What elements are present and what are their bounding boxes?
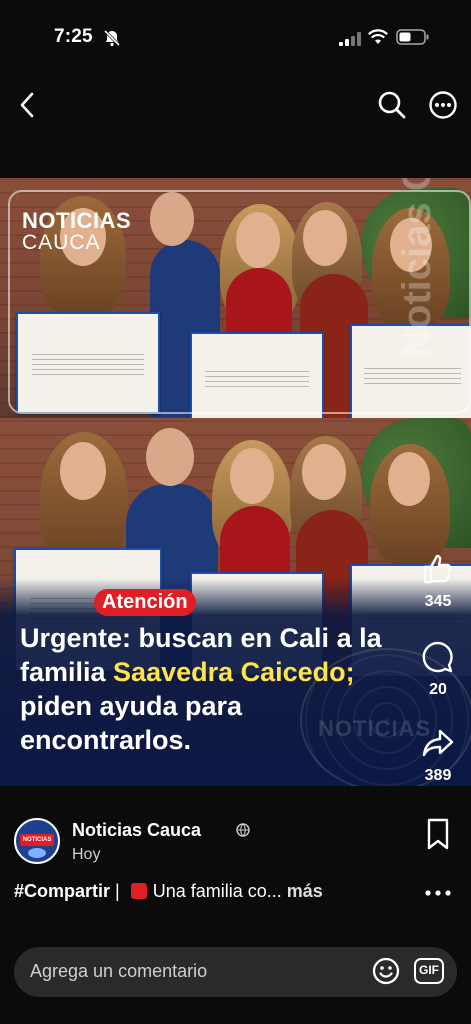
media-brand-logo: NOTICIAS CAUCA	[22, 208, 132, 254]
cellular-signal-icon	[339, 32, 361, 46]
emoji-icon[interactable]	[372, 957, 400, 985]
globe-icon	[236, 823, 250, 837]
clock: 7:25	[54, 26, 93, 47]
attention-badge: Atención	[94, 589, 196, 616]
battery-icon	[396, 29, 429, 45]
bell-slash-icon	[103, 29, 121, 47]
like-count: 345	[424, 593, 452, 610]
post-headline: Urgente: buscan en Cali a la familia Saa…	[20, 623, 382, 755]
post-author: NOTICIAS Noticias Cauca Hoy	[14, 816, 457, 868]
comment-bubble-icon[interactable]	[421, 640, 455, 674]
top-navigation-bar	[0, 80, 471, 130]
search-icon[interactable]	[377, 90, 407, 120]
more-options-icon[interactable]	[428, 90, 458, 120]
thumbs-up-icon[interactable]	[421, 552, 455, 586]
author-name[interactable]: Noticias Cauca	[72, 820, 201, 841]
wifi-icon	[368, 29, 388, 44]
gif-button[interactable]: GIF	[414, 958, 444, 984]
post-media[interactable]: NOTICIAS CAUCA Noticias Cauca NOTICIAS A…	[0, 178, 471, 786]
status-bar: 7:25	[0, 0, 471, 70]
media-watermark: Noticias Cauca	[395, 178, 439, 358]
hashtag-link[interactable]: #Compartir	[14, 881, 110, 901]
post-caption[interactable]: #Compartir | Una familia co... más	[14, 881, 414, 902]
siren-icon	[130, 883, 147, 899]
share-count: 389	[424, 767, 452, 784]
avatar[interactable]: NOTICIAS	[14, 818, 60, 864]
comment-count: 20	[429, 681, 447, 698]
comment-placeholder: Agrega un comentario	[30, 961, 208, 981]
share-action[interactable]: 389	[413, 726, 463, 785]
comment-action[interactable]: 20	[413, 640, 463, 699]
caption-text: Una familia co...	[152, 881, 282, 901]
like-action[interactable]: 345	[413, 552, 463, 611]
back-arrow-icon[interactable]	[18, 92, 38, 118]
post-time: Hoy	[72, 846, 101, 863]
comment-input[interactable]: Agrega un comentario GIF	[14, 947, 457, 997]
caption-options-icon[interactable]	[424, 888, 452, 898]
bookmark-icon[interactable]	[426, 818, 450, 850]
more-link[interactable]: más	[282, 881, 323, 901]
share-arrow-icon[interactable]	[421, 726, 455, 760]
